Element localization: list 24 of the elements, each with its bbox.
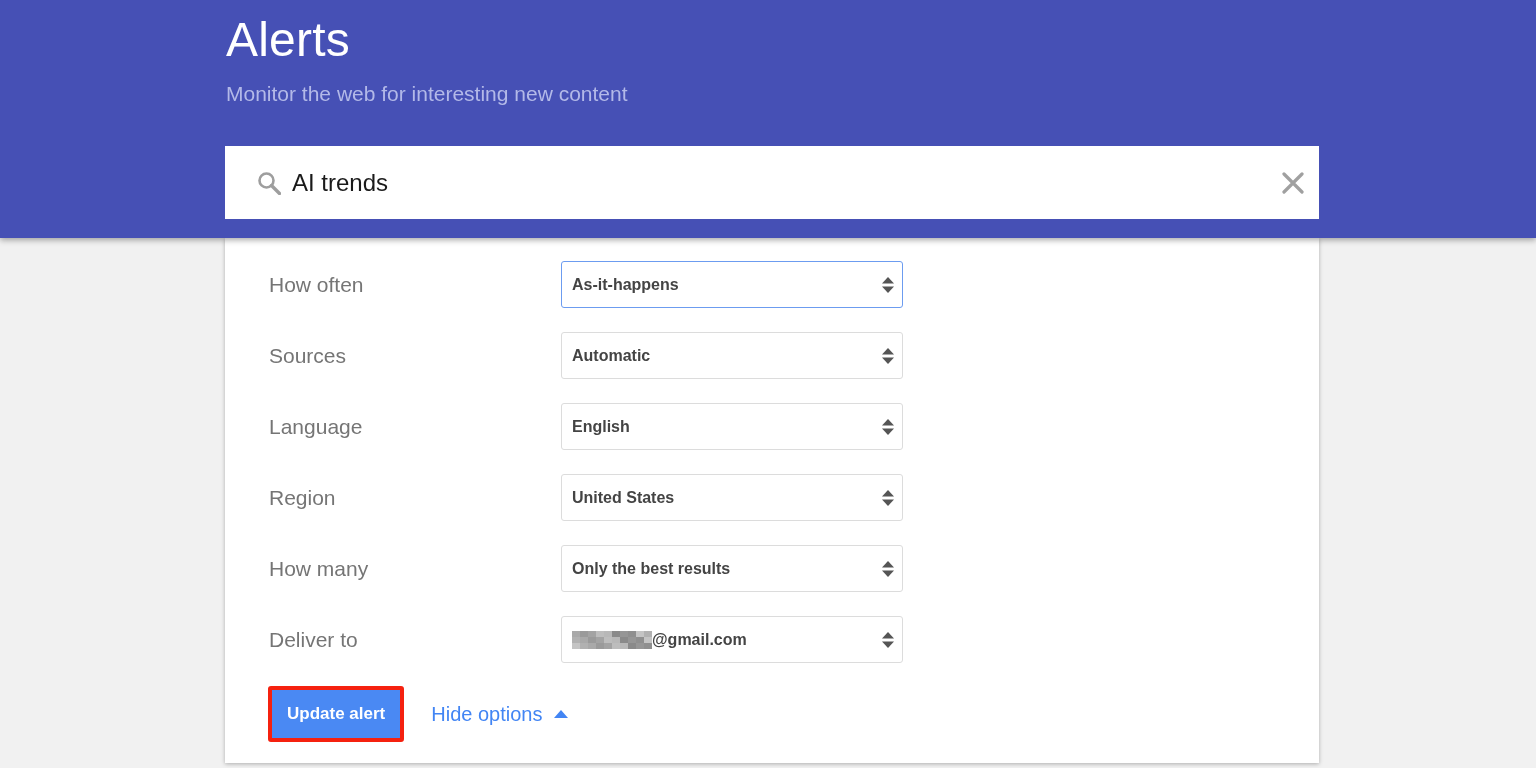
sort-arrows-icon	[882, 275, 894, 294]
search-field[interactable]: AI trends	[225, 146, 1319, 219]
close-icon[interactable]	[1282, 171, 1304, 194]
field-label: Sources	[269, 343, 348, 368]
page-subtitle: Monitor the web for interesting new content	[226, 82, 629, 106]
page-title: Alerts	[226, 12, 351, 68]
dropdown[interactable]: @gmail.com	[561, 616, 903, 663]
dropdown[interactable]: Only the best results	[561, 545, 903, 592]
field-label: Region	[269, 485, 337, 510]
dropdown[interactable]: As-it-happens	[561, 261, 903, 308]
sort-arrows-icon	[882, 630, 894, 649]
hide-options-link[interactable]: Hide options	[431, 702, 569, 726]
field-label: Deliver to	[269, 627, 359, 652]
field-label: How many	[269, 556, 370, 581]
sort-arrows-icon	[882, 346, 894, 365]
sort-arrows-icon	[882, 559, 894, 578]
dropdown[interactable]: United States	[561, 474, 903, 521]
sort-arrows-icon	[882, 417, 894, 436]
sort-arrows-icon	[882, 488, 894, 507]
field-label: Language	[269, 414, 364, 439]
dropdown[interactable]: English	[561, 403, 903, 450]
dropdown[interactable]: Automatic	[561, 332, 903, 379]
field-label: How often	[269, 272, 365, 297]
search-icon	[257, 170, 281, 195]
